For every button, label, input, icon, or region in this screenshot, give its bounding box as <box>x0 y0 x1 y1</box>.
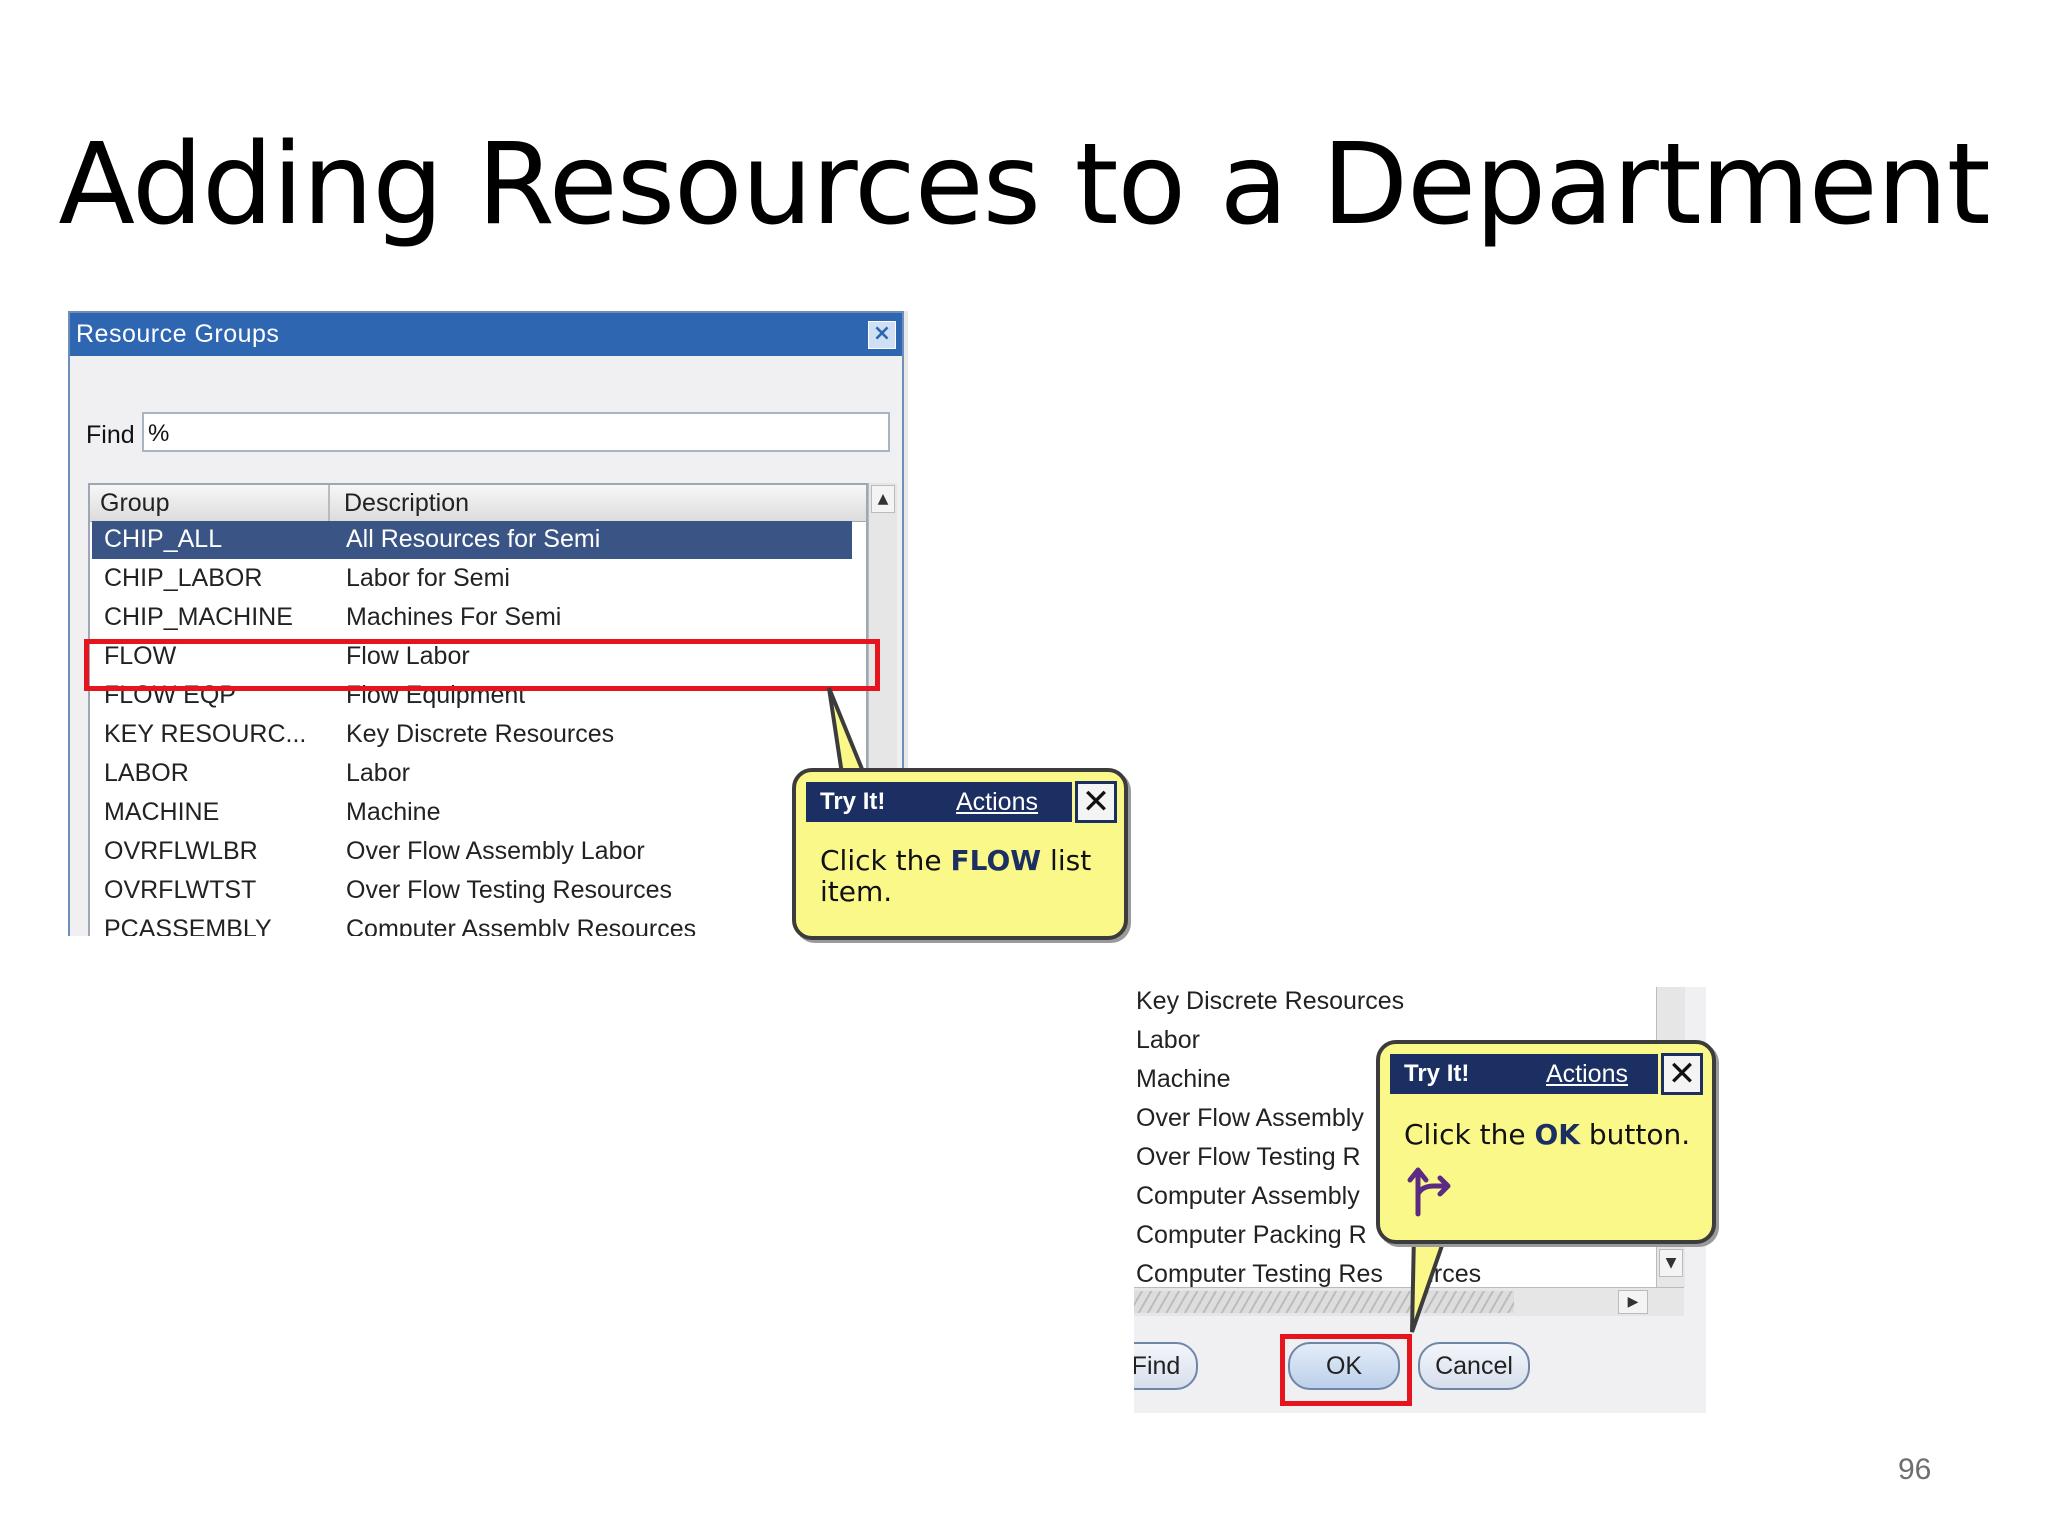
column-header-group[interactable]: Group <box>100 489 169 518</box>
instruction-target: OK <box>1534 1118 1580 1151</box>
find-label: Find <box>86 421 135 449</box>
row-description: Key Discrete Resources <box>346 720 615 748</box>
branch-arrow-icon <box>1407 1167 1451 1217</box>
column-separator[interactable] <box>328 485 330 521</box>
try-it-callout-ok: Try It! Actions ✕ Click the OK button. <box>1376 1040 1716 1244</box>
try-it-label: Try It! <box>1404 1060 1470 1087</box>
row-group: OVRFLWTST <box>104 876 257 904</box>
actions-link[interactable]: Actions <box>1546 1060 1628 1089</box>
callout-close-button[interactable]: ✕ <box>1661 1053 1703 1095</box>
row-description: Labor for Semi <box>346 564 510 592</box>
list-row-key-resources[interactable]: KEY RESOURC... Key Discrete Resources <box>92 716 852 754</box>
row-group: KEY RESOURC... <box>104 720 307 748</box>
callout1-pointer <box>827 687 867 776</box>
resource-group-list: Group Description CHIP_ALL All Resources… <box>88 483 868 936</box>
list-item[interactable]: Labor <box>1136 1026 1200 1055</box>
callout-header: Try It! Actions <box>806 782 1072 822</box>
list-header: Group Description <box>90 485 866 522</box>
row-group: MACHINE <box>104 798 220 826</box>
list-row-ovrflwlbr[interactable]: OVRFLWLBR Over Flow Assembly Labor <box>92 833 852 871</box>
callout-instruction: Click the OK button. <box>1404 1118 1704 1151</box>
list-item[interactable]: Computer Assembly <box>1136 1182 1360 1211</box>
list-row-ovrflwtst[interactable]: OVRFLWTST Over Flow Testing Resources <box>92 872 852 910</box>
list-item[interactable]: Computer Testing Res <box>1136 1260 1383 1289</box>
row-description: Over Flow Testing Resources <box>346 876 673 904</box>
instruction-text: Click the <box>820 844 951 877</box>
instruction-text: Click the <box>1404 1118 1535 1151</box>
row-group: LABOR <box>104 759 189 787</box>
list-row-labor[interactable]: LABOR Labor <box>92 755 852 793</box>
row-group: CHIP_LABOR <box>104 564 263 592</box>
column-header-description[interactable]: Description <box>344 489 469 518</box>
dialog-title: Resource Groups <box>76 320 280 348</box>
flow-row-highlight <box>84 639 880 691</box>
resource-groups-dialog: Resource Groups × Find % Group Descripti… <box>68 311 904 936</box>
row-description: Computer Assembly Resources <box>346 915 697 936</box>
list-row-pcassembly[interactable]: PCASSEMBLY Computer Assembly Resources <box>92 911 852 936</box>
find-input[interactable]: % <box>142 412 890 452</box>
row-description: Machines For Semi <box>346 603 562 631</box>
row-group: CHIP_MACHINE <box>104 603 293 631</box>
callout-instruction: Click the FLOW list item. <box>820 844 1110 908</box>
cancel-button[interactable]: Cancel <box>1418 1342 1530 1390</box>
row-group: PCASSEMBLY <box>104 915 272 936</box>
list-row-chip-all[interactable]: CHIP_ALL All Resources for Semi <box>92 521 852 559</box>
resource-groups-screenshot: Resource Groups × Find % Group Descripti… <box>68 311 908 936</box>
instruction-text: button. <box>1579 1118 1691 1151</box>
scroll-up-button[interactable]: ▲ <box>871 485 895 513</box>
callout-header: Try It! Actions <box>1390 1054 1658 1094</box>
list-row-machine[interactable]: MACHINE Machine <box>92 794 852 832</box>
list-row-chip-labor[interactable]: CHIP_LABOR Labor for Semi <box>92 560 852 598</box>
try-it-label: Try It! <box>820 788 886 815</box>
page-number: 96 <box>1898 1453 1932 1486</box>
list-item[interactable]: Over Flow Testing R <box>1136 1143 1361 1172</box>
list-item[interactable]: Computer Packing R <box>1136 1221 1367 1250</box>
row-description: Labor <box>346 759 410 787</box>
row-group: OVRFLWLBR <box>104 837 258 865</box>
list-item[interactable]: Over Flow Assembly <box>1136 1104 1364 1133</box>
row-description: All Resources for Semi <box>346 525 601 553</box>
dialog-titlebar: Resource Groups × <box>70 313 902 356</box>
scroll-down-button[interactable]: ▼ <box>1659 1249 1683 1277</box>
row-group: CHIP_ALL <box>104 525 223 553</box>
row-description: Machine <box>346 798 441 826</box>
row-description: Over Flow Assembly Labor <box>346 837 645 865</box>
list-item[interactable]: Key Discrete Resources <box>1136 987 1404 1016</box>
slide-title: Adding Resources to a Department <box>58 120 1990 250</box>
list-item[interactable]: Machine <box>1136 1065 1231 1094</box>
try-it-callout-flow: Try It! Actions ✕ Click the FLOW list it… <box>792 768 1128 940</box>
callout-close-button[interactable]: ✕ <box>1075 781 1117 823</box>
instruction-target: FLOW <box>950 844 1042 877</box>
scroll-right-button[interactable]: ▶ <box>1618 1290 1648 1314</box>
list-row-chip-machine[interactable]: CHIP_MACHINE Machines For Semi <box>92 599 852 637</box>
actions-link[interactable]: Actions <box>956 788 1038 817</box>
dialog-close-button[interactable]: × <box>868 321 896 349</box>
ok-button-highlight <box>1280 1334 1412 1406</box>
find-button[interactable]: Find <box>1134 1342 1198 1390</box>
